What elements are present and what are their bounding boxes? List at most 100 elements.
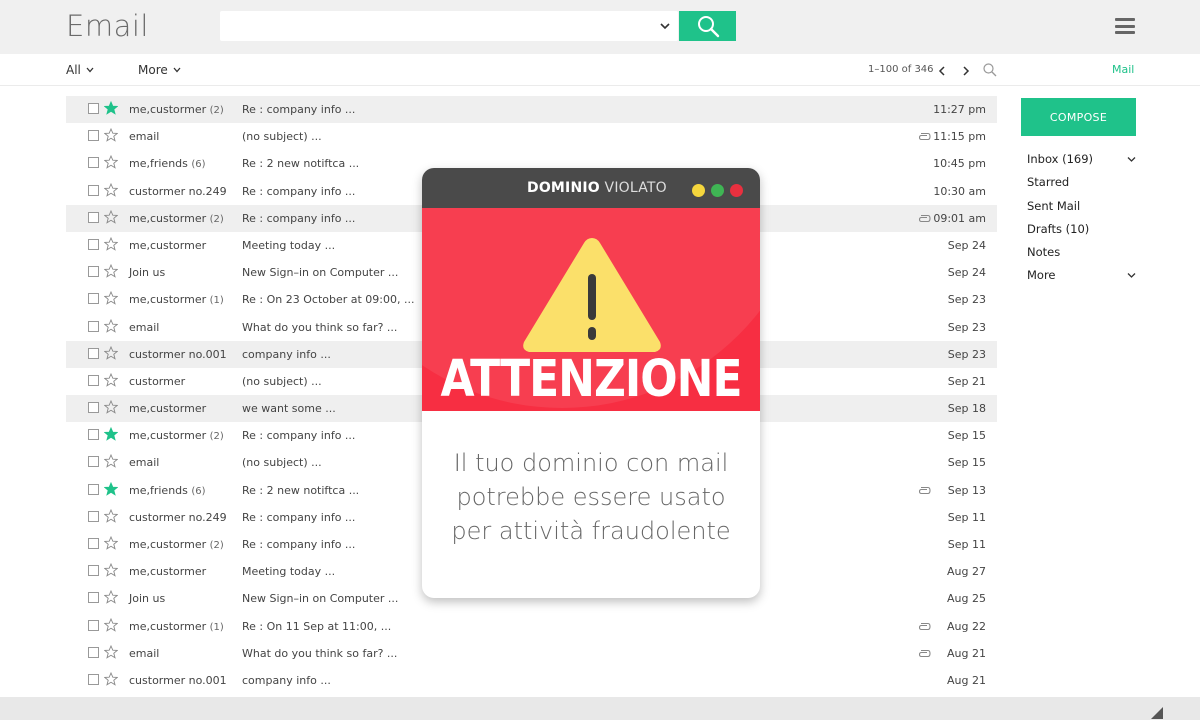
star-icon[interactable] <box>104 454 118 469</box>
email-checkbox[interactable] <box>88 320 99 332</box>
search-input[interactable] <box>220 11 678 41</box>
email-checkbox[interactable] <box>88 211 99 223</box>
thread-count: (2) <box>209 105 224 116</box>
email-date: Aug 21 <box>947 646 986 660</box>
warning-popup: DOMINIO VIOLATO ATTENZIONE Il tuo domini… <box>422 168 760 598</box>
email-date: 11:15 pm <box>933 130 986 144</box>
sender-name: me,friends <box>129 483 188 497</box>
popup-headline: ATTENZIONE <box>440 350 742 409</box>
email-sender: Join us <box>129 266 165 279</box>
email-checkbox[interactable] <box>88 483 99 495</box>
chevron-right-icon[interactable] <box>960 63 972 77</box>
email-checkbox[interactable] <box>88 565 99 577</box>
email-subject: What do you think so far? ... <box>242 320 398 334</box>
email-checkbox[interactable] <box>88 402 99 414</box>
sidebar-item-drafts[interactable]: Drafts (10) <box>1027 222 1139 245</box>
email-date: Aug 27 <box>947 565 986 579</box>
star-icon[interactable] <box>104 481 118 496</box>
email-sender: email <box>129 456 159 469</box>
email-checkbox[interactable] <box>88 293 99 305</box>
hamburger-icon[interactable] <box>1115 18 1135 34</box>
sender-name: custormer no.249 <box>129 184 227 198</box>
search-button[interactable] <box>679 11 736 41</box>
email-row[interactable]: me,custormer (2) Re : company info ... 11:… <box>66 96 997 124</box>
email-checkbox[interactable] <box>88 103 99 114</box>
star-icon[interactable] <box>104 563 118 577</box>
more-actions-dropdown[interactable]: More <box>138 63 182 77</box>
star-icon[interactable] <box>104 372 118 387</box>
minimize-dot-icon[interactable] <box>692 184 705 197</box>
resize-handle-icon[interactable] <box>1151 704 1163 719</box>
star-icon[interactable] <box>104 644 118 659</box>
maximize-dot-icon[interactable] <box>711 184 724 197</box>
email-row[interactable]: custormer no.001 company info ... Aug 21 <box>66 667 997 694</box>
star-icon[interactable] <box>104 590 118 605</box>
star-icon[interactable] <box>104 508 118 523</box>
email-checkbox[interactable] <box>88 184 99 196</box>
email-checkbox[interactable] <box>88 538 99 549</box>
chevron-down-icon[interactable] <box>658 18 672 32</box>
star-icon[interactable] <box>104 318 118 333</box>
sender-name: email <box>129 456 160 470</box>
mail-link[interactable]: Mail <box>1112 63 1134 76</box>
email-checkbox[interactable] <box>88 429 99 441</box>
email-checkbox[interactable] <box>88 157 99 169</box>
star-icon[interactable] <box>104 155 118 170</box>
sidebar-item-notes[interactable]: Notes <box>1027 245 1139 268</box>
sidebar-item-sent-mail[interactable]: Sent Mail <box>1027 199 1139 222</box>
star-icon[interactable] <box>104 291 118 306</box>
email-checkbox[interactable] <box>88 510 99 522</box>
star-icon[interactable] <box>104 264 118 278</box>
star-icon[interactable] <box>104 182 118 197</box>
email-checkbox[interactable] <box>88 374 99 386</box>
star-icon[interactable] <box>104 345 118 360</box>
select-all-dropdown[interactable]: All <box>66 63 95 77</box>
star-icon[interactable] <box>104 209 118 224</box>
email-checkbox[interactable] <box>88 619 99 631</box>
sender-name: me,custormer <box>129 619 207 633</box>
sidebar-item-inbox[interactable]: Inbox (169) <box>1027 152 1139 175</box>
chevron-down-icon <box>86 67 94 73</box>
email-checkbox[interactable] <box>88 592 99 604</box>
email-checkbox[interactable] <box>88 456 99 468</box>
star-icon[interactable] <box>104 536 118 550</box>
email-checkbox[interactable] <box>88 646 99 658</box>
pagination-count: 1–100 of 346 <box>868 64 934 75</box>
star-icon[interactable] <box>104 236 118 251</box>
email-checkbox[interactable] <box>88 130 99 142</box>
sender-name: email <box>129 130 160 144</box>
email-row[interactable]: me,custormer (1) Re : On 11 Sep at 11:00,… <box>66 613 997 640</box>
popup-titlebar: DOMINIO VIOLATO <box>422 168 760 208</box>
email-row[interactable]: email (no subject) ... 11:15 pm <box>66 123 997 150</box>
email-date: Sep 23 <box>947 320 986 334</box>
email-row[interactable]: email What do you think so far? ... Aug 2… <box>66 640 997 667</box>
thread-count: (2) <box>209 431 224 443</box>
email-sender: custormer <box>129 375 185 388</box>
email-subject: Re : 2 new notiftca ... <box>242 157 360 171</box>
email-sender: me,custormer (1) <box>129 293 224 306</box>
star-icon[interactable] <box>104 101 118 115</box>
email-subject: What do you think so far? ... <box>242 646 398 660</box>
search-icon[interactable] <box>982 62 998 78</box>
email-checkbox[interactable] <box>88 673 99 685</box>
star-icon[interactable] <box>104 128 118 142</box>
sender-name: me,custormer <box>129 429 207 443</box>
star-icon[interactable] <box>104 671 118 686</box>
email-checkbox[interactable] <box>88 266 99 278</box>
compose-button[interactable]: COMPOSE <box>1021 98 1136 136</box>
email-subject: (no subject) ... <box>242 456 322 470</box>
close-dot-icon[interactable] <box>730 184 743 197</box>
star-icon[interactable] <box>104 400 118 414</box>
email-checkbox[interactable] <box>88 347 99 359</box>
sender-name: me,custormer <box>129 565 207 579</box>
chevron-left-icon[interactable] <box>936 63 948 77</box>
sender-name: email <box>129 320 160 334</box>
more-actions-label: More <box>138 63 168 77</box>
email-checkbox[interactable] <box>88 238 99 250</box>
star-icon[interactable] <box>104 427 118 442</box>
sidebar-item-starred[interactable]: Starred <box>1027 175 1139 198</box>
sidebar-item-more[interactable]: More <box>1027 268 1139 291</box>
chevron-down-icon[interactable] <box>1126 154 1137 165</box>
chevron-down-icon[interactable] <box>1126 270 1137 281</box>
star-icon[interactable] <box>104 617 118 632</box>
